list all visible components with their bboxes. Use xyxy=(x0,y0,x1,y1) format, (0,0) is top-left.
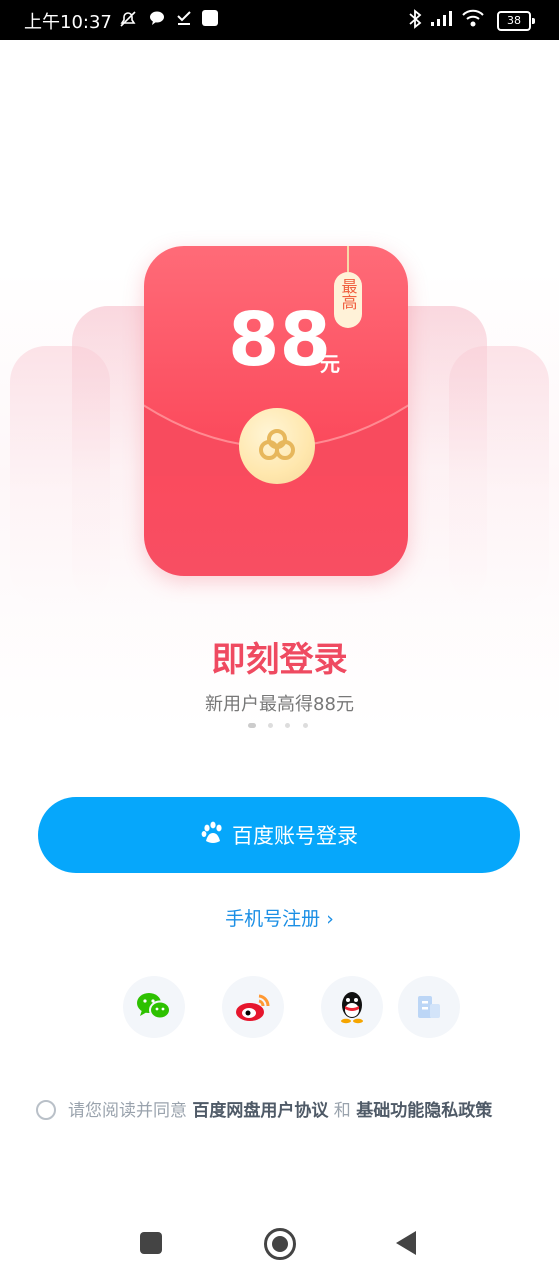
phone-register-link[interactable]: 手机号注册 › xyxy=(0,904,559,931)
baidu-netdisk-logo-icon xyxy=(259,429,295,460)
app-square-icon xyxy=(201,9,219,32)
agreement-and: 和 xyxy=(328,1101,357,1121)
back-icon[interactable] xyxy=(396,1231,416,1255)
privacy-policy-link[interactable]: 基础功能隐私政策 xyxy=(356,1101,492,1121)
carousel-indicator xyxy=(248,723,318,731)
baidu-paw-icon xyxy=(200,820,226,851)
home-icon[interactable] xyxy=(264,1228,296,1260)
agreement-prefix: 请您阅读并同意 xyxy=(68,1101,193,1121)
agreement-text: 请您阅读并同意 百度网盘用户协议 和 基础功能隐私政策 xyxy=(68,1099,492,1123)
download-check-icon xyxy=(175,9,193,32)
chat-bubble-icon xyxy=(148,9,166,32)
carousel-dot-1 xyxy=(248,723,256,728)
promo-title: 即刻登录 xyxy=(211,640,348,680)
reward-amount: 88 xyxy=(228,297,331,383)
wifi-icon xyxy=(461,9,485,32)
qq-icon xyxy=(341,992,363,1024)
reward-unit: 元 xyxy=(320,352,340,376)
battery-icon: 38 xyxy=(497,11,535,31)
recent-apps-icon[interactable] xyxy=(140,1232,162,1254)
envelope-string xyxy=(347,246,349,272)
signal-icon xyxy=(430,9,454,32)
carousel-dot-2 xyxy=(268,723,273,728)
qq-login-button[interactable] xyxy=(321,976,383,1038)
red-envelope[interactable]: 最高 88 元 xyxy=(144,246,408,576)
weibo-login-button[interactable] xyxy=(222,976,284,1038)
system-nav-bar xyxy=(0,1200,559,1280)
building-icon xyxy=(418,996,440,1018)
status-bar: 上午10:37 38 xyxy=(0,0,559,40)
user-agreement-link[interactable]: 百度网盘用户协议 xyxy=(192,1101,328,1121)
max-tag-label: 最高 xyxy=(338,278,358,310)
mute-icon xyxy=(118,9,138,34)
enterprise-login-button[interactable] xyxy=(398,976,460,1038)
max-tag: 最高 xyxy=(334,272,362,328)
baidu-account-login-label: 百度账号登录 xyxy=(232,824,358,848)
carousel-dot-3 xyxy=(285,723,290,728)
baidu-account-login-button[interactable]: 百度账号登录 xyxy=(38,797,520,873)
promo-subtitle: 新用户最高得88元 xyxy=(205,694,354,715)
bluetooth-icon xyxy=(408,9,422,34)
wechat-login-button[interactable] xyxy=(123,976,185,1038)
agreement-radio[interactable] xyxy=(36,1100,56,1120)
status-time: 上午10:37 xyxy=(24,12,112,33)
carousel-dot-4 xyxy=(303,723,308,728)
weibo-icon xyxy=(236,994,270,1021)
wechat-icon xyxy=(137,993,171,1020)
envelope-open-button[interactable] xyxy=(239,408,315,484)
